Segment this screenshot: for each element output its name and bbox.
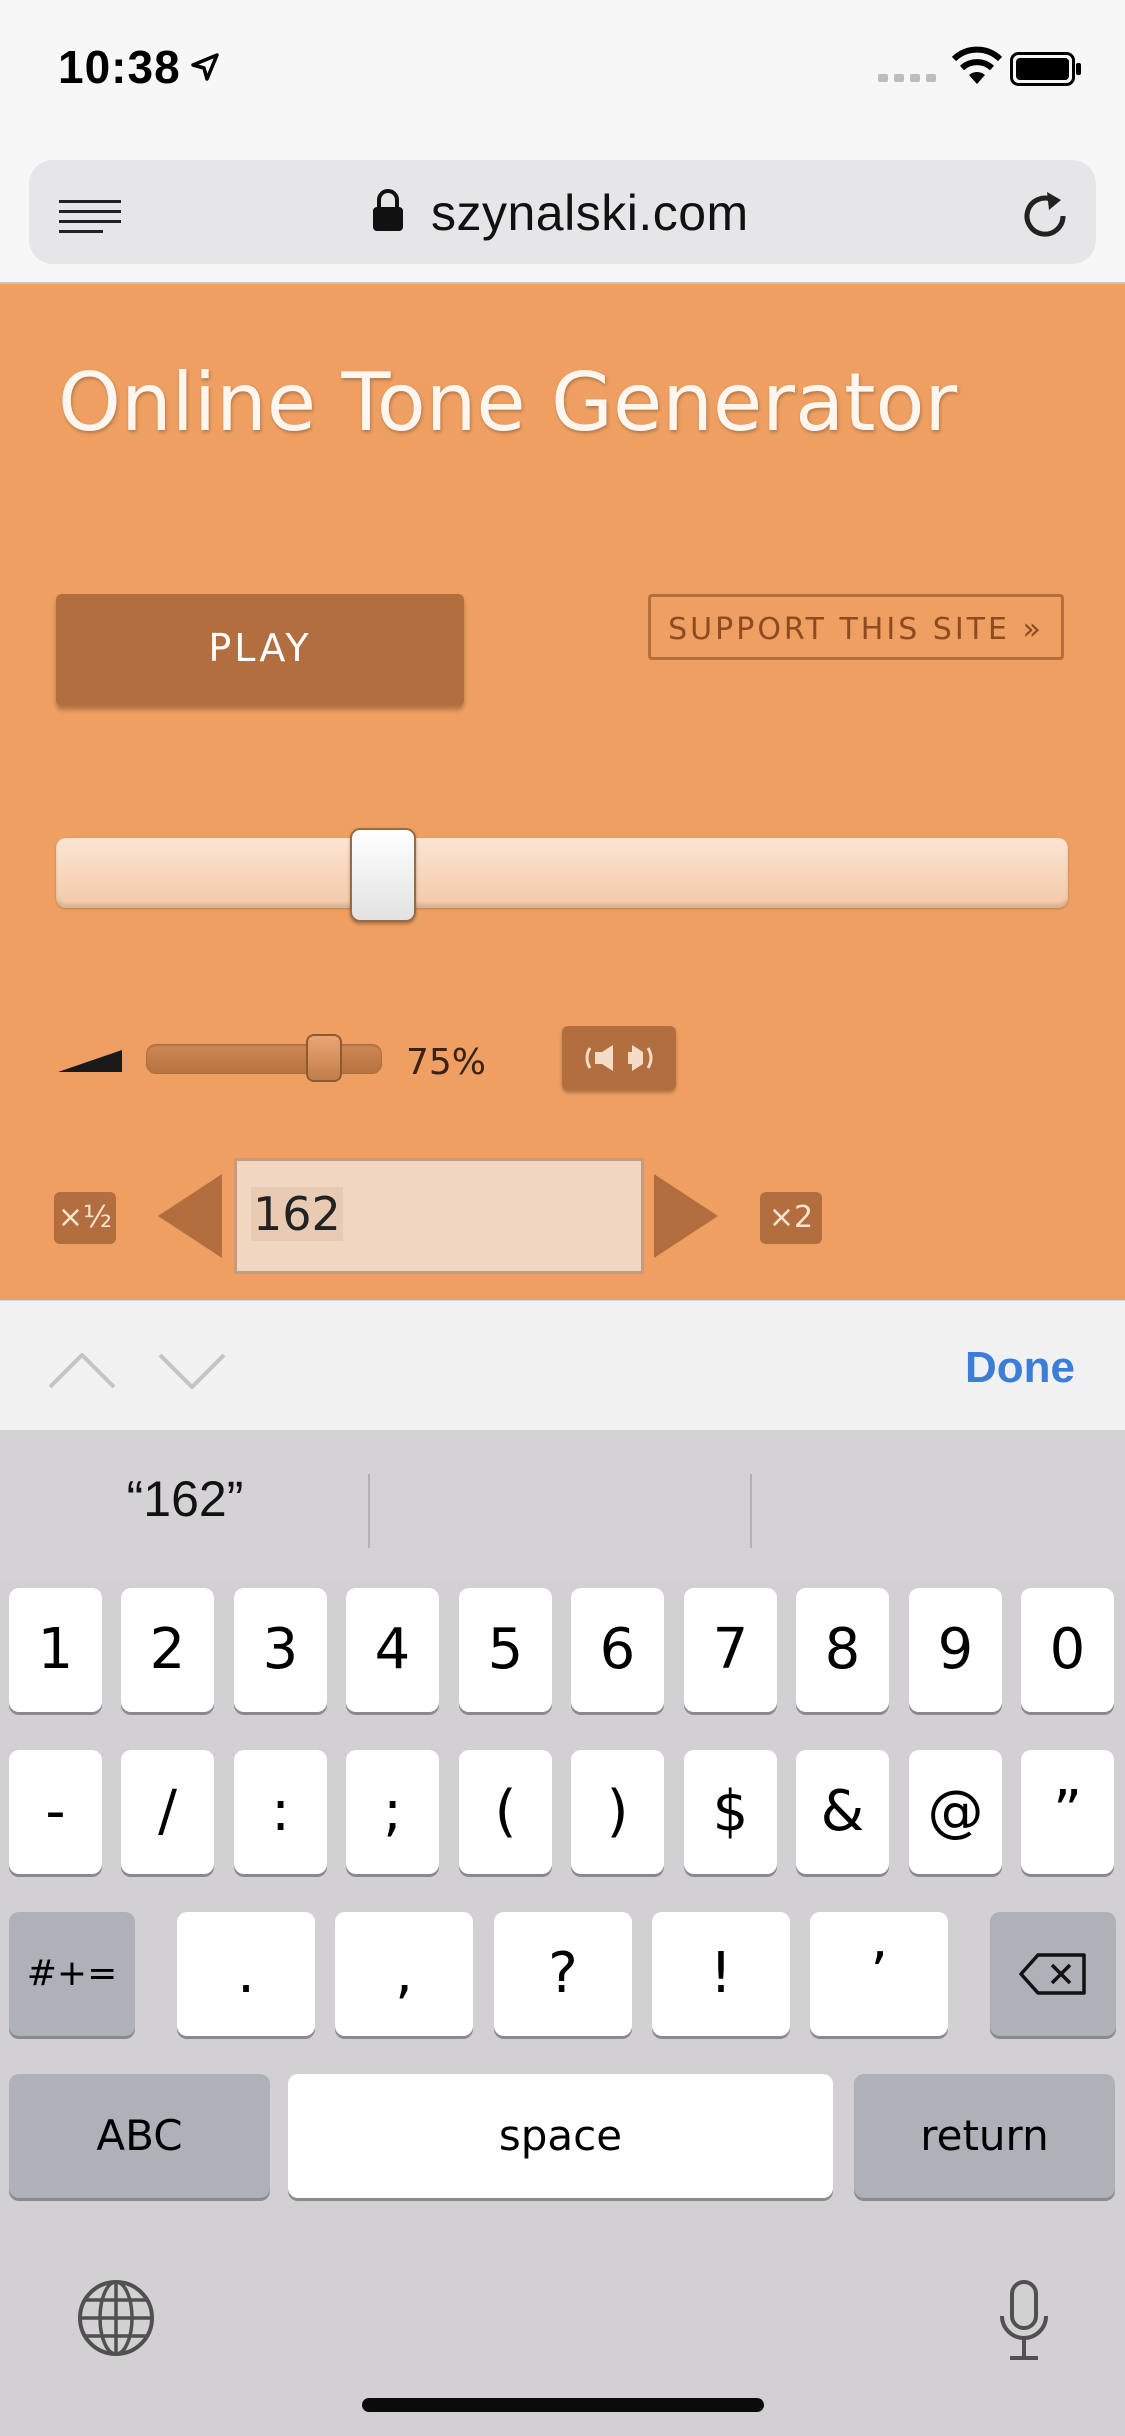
wifi-icon xyxy=(951,46,1003,84)
decrease-frequency-arrow-icon[interactable] xyxy=(158,1174,222,1258)
volume-slider-track[interactable] xyxy=(146,1044,382,1074)
chevron-down-icon[interactable] xyxy=(158,1353,226,1389)
return-key[interactable]: return xyxy=(854,2074,1115,2198)
balance-button[interactable] xyxy=(562,1026,676,1090)
reader-menu-icon[interactable] xyxy=(59,198,121,236)
cellular-signal-icon xyxy=(878,74,936,82)
key-hyphen[interactable]: - xyxy=(9,1750,102,1874)
key-9[interactable]: 9 xyxy=(909,1588,1002,1712)
halve-frequency-button[interactable]: ×½ xyxy=(54,1192,116,1244)
location-arrow-icon xyxy=(191,53,219,81)
key-colon[interactable]: : xyxy=(234,1750,327,1874)
keyboard-row-punctuation: #+= . , ? ! ’ xyxy=(0,1912,1125,2042)
space-key[interactable]: space xyxy=(288,2074,833,2198)
key-slash[interactable]: / xyxy=(121,1750,214,1874)
globe-icon[interactable] xyxy=(76,2278,156,2358)
stereo-balance-icon xyxy=(585,1045,653,1071)
key-period[interactable]: . xyxy=(177,1912,315,2036)
status-time: 10:38 xyxy=(58,41,181,93)
key-at[interactable]: @ xyxy=(909,1750,1002,1874)
support-site-button[interactable]: SUPPORT THIS SITE » xyxy=(648,594,1064,660)
key-more-symbols[interactable]: #+= xyxy=(9,1912,135,2036)
reload-icon[interactable] xyxy=(1019,190,1071,242)
volume-slider-thumb[interactable] xyxy=(306,1034,342,1082)
key-comma[interactable]: , xyxy=(335,1912,473,2036)
key-4[interactable]: 4 xyxy=(346,1588,439,1712)
status-bar: 10:38 xyxy=(0,0,1125,140)
key-question[interactable]: ? xyxy=(494,1912,632,2036)
tone-generator-page: Online Tone Generator PLAY SUPPORT THIS … xyxy=(0,284,1125,1300)
double-frequency-button[interactable]: ×2 xyxy=(760,1192,822,1244)
keyboard-row-bottom: ABC space return xyxy=(0,2074,1125,2204)
key-7[interactable]: 7 xyxy=(684,1588,777,1712)
volume-percent-label: 75% xyxy=(406,1042,487,1083)
keyboard-row-symbols: - / : ; ( ) $ & @ ” xyxy=(0,1750,1125,1880)
lock-icon xyxy=(373,189,403,231)
microphone-icon[interactable] xyxy=(994,2280,1054,2364)
frequency-input-value: 162 xyxy=(251,1187,343,1241)
key-apostrophe[interactable]: ’ xyxy=(810,1912,948,2036)
frequency-slider-thumb[interactable] xyxy=(350,828,416,922)
volume-ramp-icon xyxy=(58,1050,122,1072)
suggestion-divider xyxy=(750,1474,752,1548)
home-indicator[interactable] xyxy=(362,2398,764,2412)
address-bar[interactable]: szynalski.com xyxy=(29,160,1096,264)
frequency-slider-track[interactable] xyxy=(56,838,1068,908)
key-0[interactable]: 0 xyxy=(1021,1588,1114,1712)
suggestion-divider xyxy=(368,1474,370,1548)
key-quote[interactable]: ” xyxy=(1021,1750,1114,1874)
key-5[interactable]: 5 xyxy=(459,1588,552,1712)
chevron-up-icon[interactable] xyxy=(48,1353,116,1389)
key-close-paren[interactable]: ) xyxy=(571,1750,664,1874)
key-semicolon[interactable]: ; xyxy=(346,1750,439,1874)
backspace-icon xyxy=(1019,1953,1086,1995)
done-button[interactable]: Done xyxy=(965,1343,1075,1393)
suggestion-item[interactable]: “162” xyxy=(0,1470,370,1528)
keyboard-accessory-bar: Done xyxy=(0,1300,1125,1431)
keyboard-row-numbers: 1 2 3 4 5 6 7 8 9 0 xyxy=(0,1588,1125,1718)
abc-key[interactable]: ABC xyxy=(9,2074,270,2198)
key-ampersand[interactable]: & xyxy=(796,1750,889,1874)
key-3[interactable]: 3 xyxy=(234,1588,327,1712)
delete-key[interactable] xyxy=(990,1912,1116,2036)
battery-icon xyxy=(1010,52,1081,86)
key-6[interactable]: 6 xyxy=(571,1588,664,1712)
increase-frequency-arrow-icon[interactable] xyxy=(654,1174,718,1258)
key-2[interactable]: 2 xyxy=(121,1588,214,1712)
predictive-suggestions: “162” xyxy=(0,1430,1125,1580)
key-8[interactable]: 8 xyxy=(796,1588,889,1712)
page-title: Online Tone Generator xyxy=(58,356,958,449)
key-exclamation[interactable]: ! xyxy=(652,1912,790,2036)
key-open-paren[interactable]: ( xyxy=(459,1750,552,1874)
frequency-input[interactable]: 162 xyxy=(234,1158,644,1274)
url-text: szynalski.com xyxy=(431,185,749,241)
play-button[interactable]: PLAY xyxy=(56,594,464,706)
key-1[interactable]: 1 xyxy=(9,1588,102,1712)
key-dollar[interactable]: $ xyxy=(684,1750,777,1874)
browser-toolbar: szynalski.com xyxy=(0,140,1125,284)
